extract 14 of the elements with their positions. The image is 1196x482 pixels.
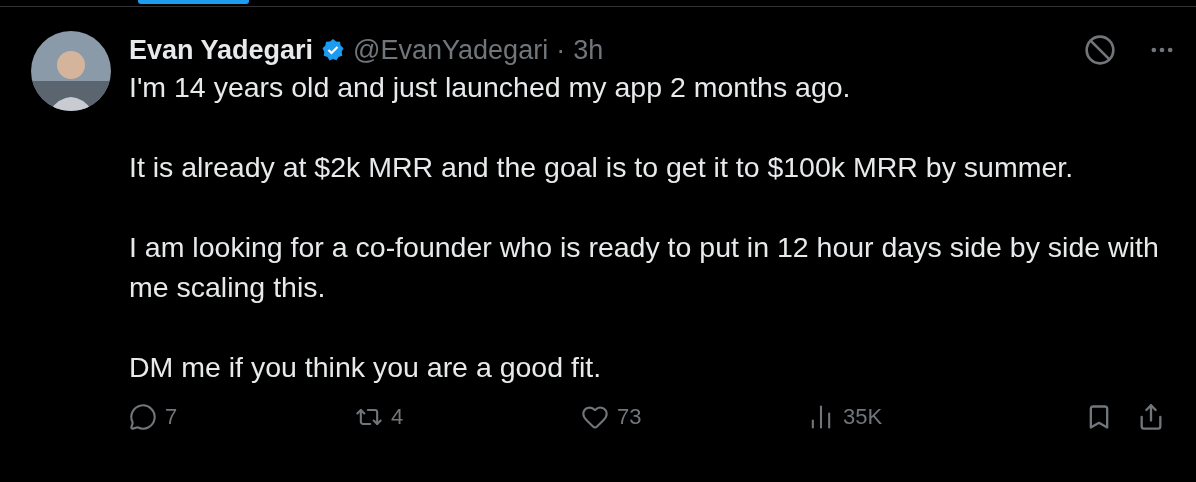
author-name[interactable]: Evan Yadegari <box>129 34 314 66</box>
author-handle[interactable]: @EvanYadegari <box>353 34 549 66</box>
repost-button[interactable]: 4 <box>355 403 581 431</box>
views-button[interactable]: 35K <box>807 403 1033 431</box>
post-time[interactable]: 3h <box>573 34 604 66</box>
reply-icon <box>129 403 157 431</box>
post-text: I am looking for a co-founder who is ready to put in 12 hour days side by side with me scaling this. <box>129 230 1160 305</box>
reply-button[interactable]: 7 <box>129 403 355 431</box>
slashed-circle-icon[interactable] <box>1084 34 1116 66</box>
post-text: DM me if you think you are a good fit. <box>129 350 603 385</box>
post-text: I'm 14 years old and just launched my app 2 months ago. <box>129 70 852 105</box>
like-button[interactable]: 73 <box>581 403 807 431</box>
separator-dot: · <box>556 34 566 66</box>
post-text: It is already at $2k MRR and the goal is to get it to $100k MRR by summer. <box>129 150 1075 185</box>
